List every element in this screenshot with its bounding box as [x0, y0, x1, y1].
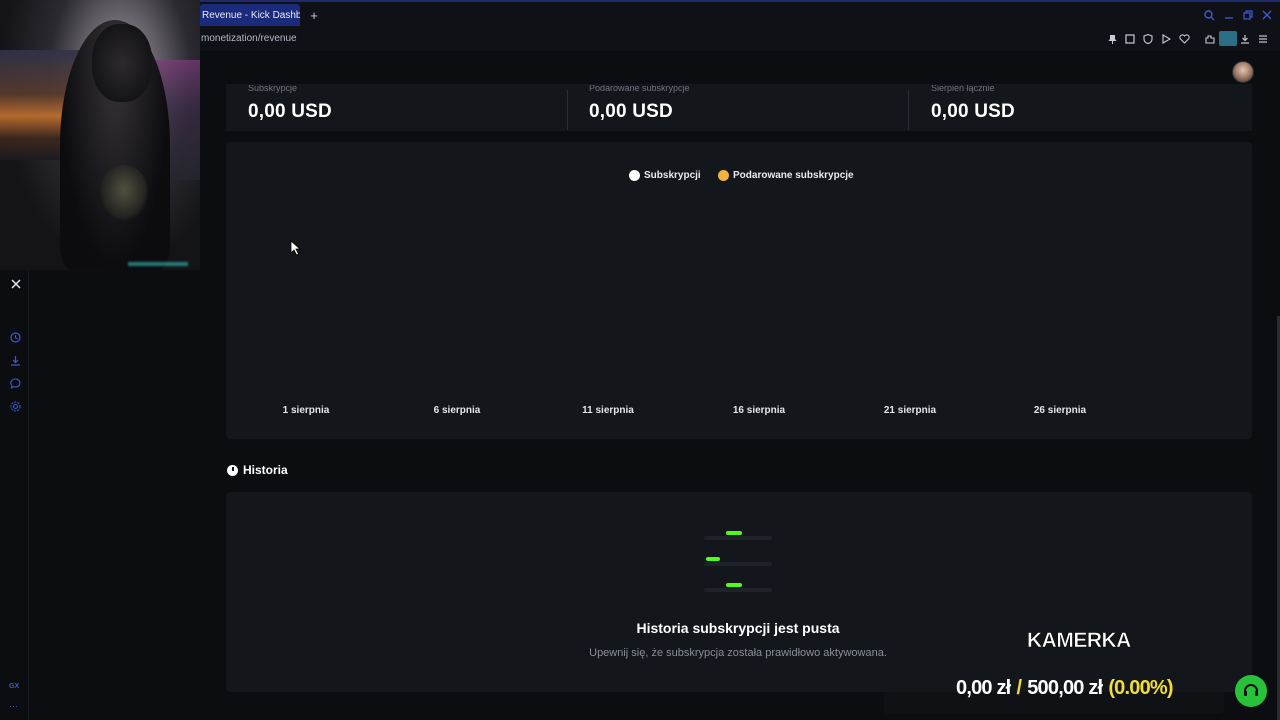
- heart-icon[interactable]: [1177, 32, 1191, 46]
- shirt-graphic: [100, 165, 148, 220]
- history-icon[interactable]: [7, 329, 23, 345]
- close-icon[interactable]: [1259, 7, 1275, 23]
- x-logo-icon[interactable]: [8, 276, 24, 292]
- headset-icon: [1244, 684, 1258, 696]
- snapshot-icon[interactable]: [1123, 32, 1137, 46]
- new-tab-button[interactable]: +: [306, 6, 322, 24]
- stat-label-gifted: Podarowane subskrypcje: [589, 85, 690, 93]
- x-tick-label: 1 sierpnia: [282, 405, 330, 416]
- url-text[interactable]: monetization/revenue: [201, 33, 297, 44]
- empty-list-icon: [704, 531, 772, 592]
- x-tick-label: 16 sierpnia: [732, 405, 786, 416]
- support-chat-button[interactable]: [1235, 675, 1267, 707]
- stat-divider: [567, 90, 568, 130]
- revenue-stats: [226, 84, 1252, 131]
- donation-separator: /: [1016, 677, 1022, 699]
- restore-icon[interactable]: [1240, 7, 1256, 23]
- extensions-icon[interactable]: [1203, 32, 1217, 46]
- x-tick-label: 6 sierpnia: [433, 405, 481, 416]
- settings-icon[interactable]: [7, 398, 23, 414]
- avatar[interactable]: [1232, 61, 1254, 83]
- stat-value-subscriptions: 0,00 USD: [248, 101, 332, 122]
- webcam-person-head: [92, 24, 152, 102]
- donation-current: 0,00 zł: [956, 677, 1011, 699]
- pin-icon[interactable]: [1105, 32, 1119, 46]
- more-icon[interactable]: ···: [9, 701, 18, 711]
- empty-state-subtitle: Upewnij się, że subskrypcja została praw…: [589, 647, 887, 659]
- clock-icon: [227, 464, 238, 476]
- play-icon[interactable]: [1159, 32, 1173, 46]
- chart-plot-area: [226, 142, 1252, 439]
- donation-goal-amount: 500,00 zł: [1027, 677, 1103, 699]
- download-icon[interactable]: [7, 352, 23, 368]
- camera-label: KAMERKA: [1027, 629, 1132, 653]
- menu-icon[interactable]: [1256, 32, 1270, 46]
- messenger-icon[interactable]: [7, 375, 23, 391]
- donation-percent: (0.00%): [1108, 677, 1173, 699]
- x-tick-label: 11 sierpnia: [582, 405, 634, 416]
- shield-icon[interactable]: [1141, 32, 1155, 46]
- x-tick-label: 21 sierpnia: [883, 405, 937, 416]
- download-icon[interactable]: [1238, 32, 1252, 46]
- donation-goal: 0,00 zł / 500,00 zł (0.00%): [956, 677, 1174, 700]
- empty-state-title: Historia subskrypcji jest pusta: [636, 620, 840, 636]
- stat-divider: [908, 90, 909, 130]
- stat-value-total: 0,00 USD: [931, 101, 1015, 122]
- extension-badge-icon[interactable]: [1219, 31, 1237, 46]
- webcam-light: [128, 262, 188, 266]
- gx-label[interactable]: GX: [9, 683, 19, 690]
- stat-value-gifted: 0,00 USD: [589, 101, 673, 122]
- webcam-overlay: [0, 0, 200, 270]
- stat-label-total: Sierpień łącznie: [931, 85, 995, 93]
- x-tick-label: 26 sierpnia: [1033, 405, 1087, 416]
- mouse-cursor-icon: [290, 240, 302, 256]
- history-title: Historia: [243, 463, 288, 477]
- history-heading: Historia: [227, 463, 288, 477]
- stat-label-subscriptions: Subskrypcje: [248, 85, 298, 93]
- browser-tab-active[interactable]: Revenue - Kick Dashboar: [200, 4, 300, 26]
- search-icon[interactable]: [1201, 7, 1217, 23]
- minimize-icon[interactable]: [1221, 7, 1237, 23]
